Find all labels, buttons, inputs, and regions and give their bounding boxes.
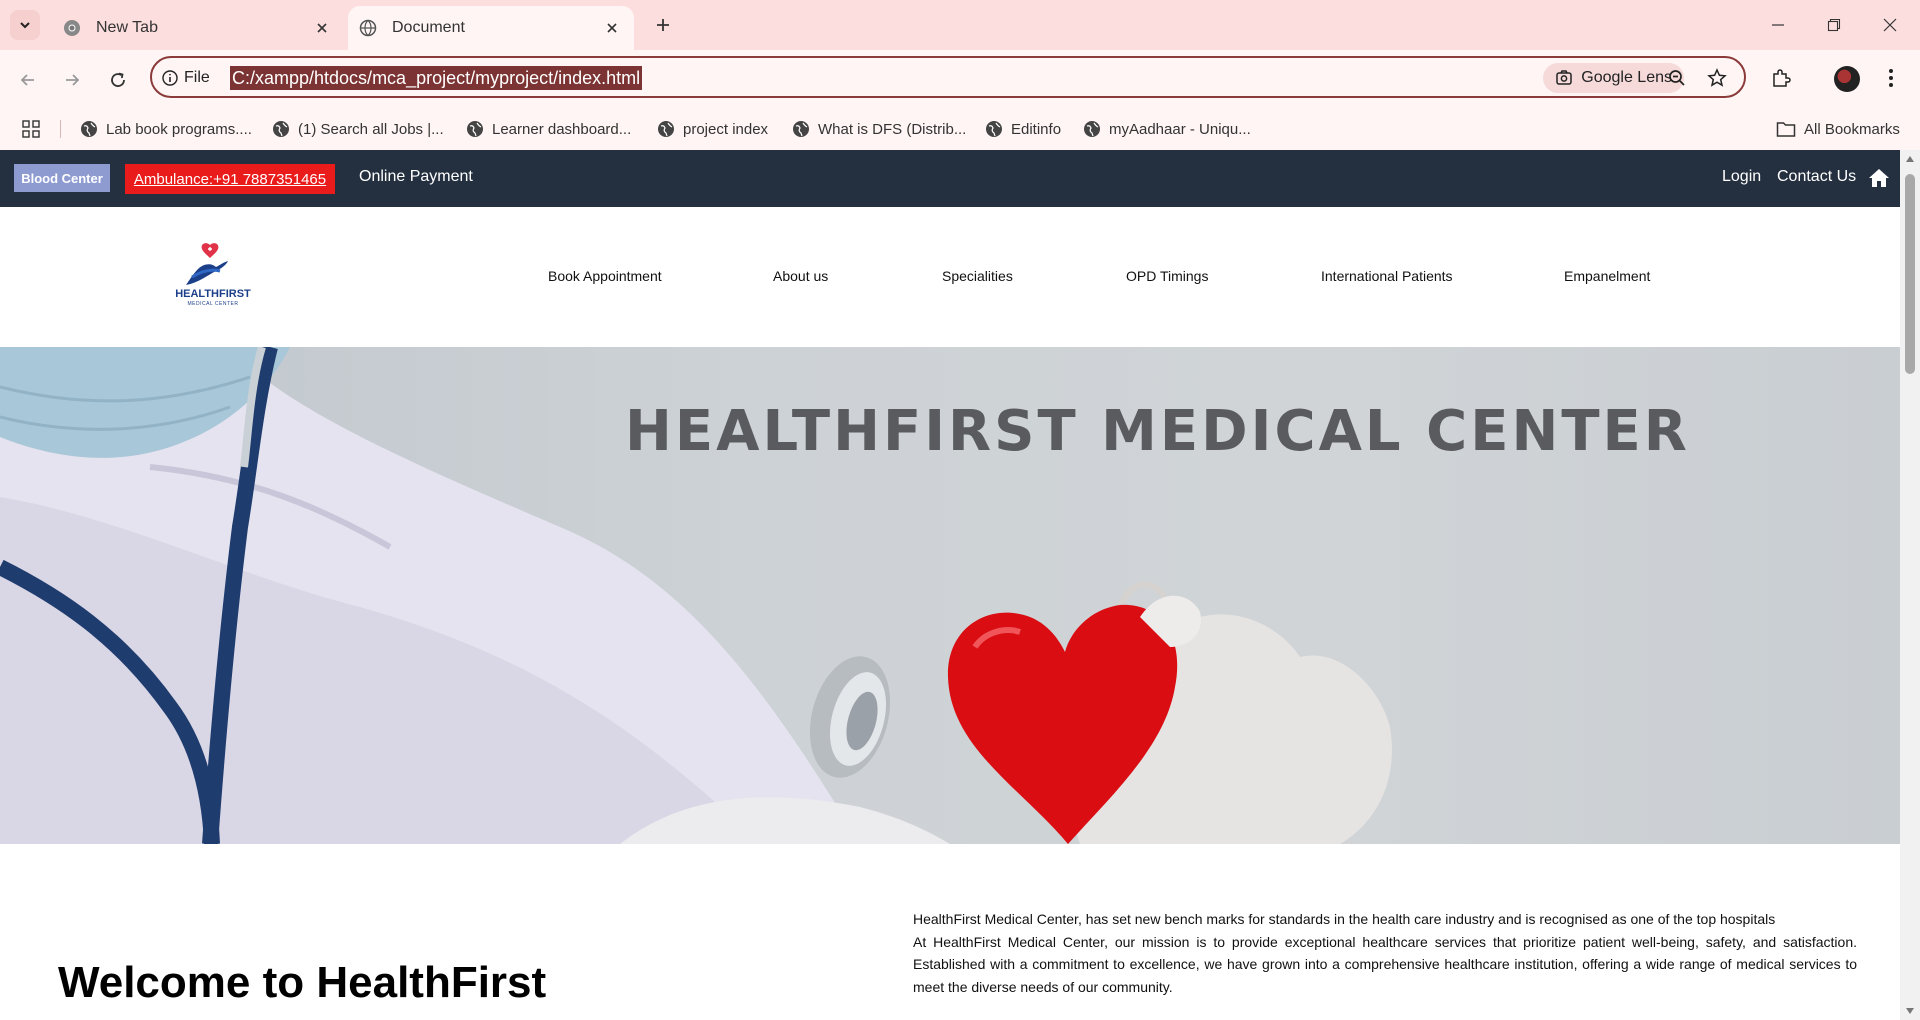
restore-button[interactable]: [1806, 0, 1862, 50]
puzzle-icon: [1773, 69, 1791, 87]
page-scrollbar[interactable]: [1900, 150, 1920, 1020]
info-icon: [162, 70, 178, 86]
bookmarks-bar: Lab book programs.... (1) Search all Job…: [0, 108, 1920, 150]
bookmark-label: Editinfo: [1011, 120, 1062, 138]
apps-button[interactable]: [22, 117, 40, 141]
globe-icon: [467, 121, 483, 137]
nav-about-us[interactable]: About us: [773, 268, 828, 284]
bookmark-label: What is DFS (Distrib...: [818, 120, 967, 138]
blood-center-button[interactable]: Blood Center: [14, 164, 110, 192]
online-payment-link[interactable]: Online Payment: [359, 168, 473, 186]
reload-button[interactable]: [102, 64, 134, 96]
profile-avatar[interactable]: [1834, 66, 1860, 92]
all-bookmarks-label: All Bookmarks: [1804, 120, 1900, 138]
top-bar: Blood Center Ambulance:+91 7887351465 On…: [0, 150, 1900, 207]
web-page: Blood Center Ambulance:+91 7887351465 On…: [0, 150, 1900, 1020]
scroll-thumb[interactable]: [1905, 174, 1915, 374]
logo-name: HEALTHFIRST: [175, 288, 251, 300]
scroll-down-arrow-icon[interactable]: [1904, 1006, 1916, 1016]
minimize-button[interactable]: [1750, 0, 1806, 50]
ambulance-button[interactable]: Ambulance:+91 7887351465: [125, 164, 335, 194]
intro-paragraph: At HealthFirst Medical Center, our missi…: [913, 933, 1857, 995]
close-window-button[interactable]: [1862, 0, 1918, 50]
back-button[interactable]: [12, 64, 44, 96]
zoom-icon: [1669, 70, 1685, 86]
google-lens-label: Google Lens: [1581, 69, 1672, 86]
minimize-icon: [1772, 24, 1784, 26]
globe-icon: [358, 18, 378, 38]
reload-icon: [111, 72, 125, 87]
nav-opd-timings[interactable]: OPD Timings: [1126, 268, 1208, 284]
nav-specialities[interactable]: Specialities: [942, 268, 1013, 284]
contact-us-link[interactable]: Contact Us: [1777, 168, 1856, 186]
bookmark-label: (1) Search all Jobs |...: [298, 120, 444, 138]
url-text[interactable]: C:/xampp/htdocs/mca_project/myproject/in…: [230, 66, 643, 90]
nav-empanelment[interactable]: Empanelment: [1564, 268, 1650, 284]
main-nav: HEALTHFIRST MEDICAL CENTER Book Appointm…: [0, 207, 1900, 347]
welcome-heading: Welcome to HealthFirst: [58, 958, 547, 1007]
close-icon[interactable]: [310, 16, 334, 40]
arrow-left-icon: [20, 74, 34, 86]
globe-icon: [273, 121, 289, 137]
home-icon[interactable]: [1868, 167, 1890, 189]
address-bar[interactable]: File C:/xampp/htdocs/mca_project/myproje…: [150, 56, 1746, 98]
bookmark-label: myAadhaar - Uniqu...: [1109, 120, 1251, 138]
heart-hand-logo-icon: [186, 243, 228, 285]
apps-grid-icon: [22, 120, 40, 138]
globe-icon: [793, 121, 809, 137]
bookmark-star-button[interactable]: [1702, 63, 1732, 93]
tab-title: Document: [392, 19, 465, 36]
site-logo[interactable]: HEALTHFIRST MEDICAL CENTER: [168, 241, 258, 313]
scroll-up-arrow-icon[interactable]: [1904, 154, 1916, 164]
close-icon: [1883, 18, 1897, 32]
extensions-button[interactable]: [1766, 63, 1796, 93]
intro-text: HealthFirst Medical Center, has set new …: [913, 908, 1857, 998]
bookmark-label: project index: [683, 120, 769, 138]
browser-menu-button[interactable]: [1876, 63, 1906, 93]
tab-document[interactable]: Document: [348, 6, 634, 50]
bookmark-item[interactable]: Editinfo: [985, 117, 1061, 141]
site-info-button[interactable]: File: [162, 66, 210, 90]
bookmark-label: Learner dashboard...: [492, 120, 632, 138]
nav-book-appointment[interactable]: Book Appointment: [548, 268, 662, 284]
tab-search-button[interactable]: [10, 10, 40, 40]
chevron-down-icon: [20, 22, 30, 29]
intro-paragraph: HealthFirst Medical Center, has set new …: [913, 911, 1776, 927]
divider: [60, 120, 61, 138]
bookmark-item[interactable]: (1) Search all Jobs |...: [272, 117, 444, 141]
camera-search-icon: [1556, 70, 1573, 85]
star-icon: [1707, 68, 1727, 87]
bookmark-item[interactable]: myAadhaar - Uniqu...: [1083, 117, 1251, 141]
globe-icon: [81, 121, 97, 137]
hero-banner: HEALTHFIRST MEDICAL CENTER: [0, 347, 1900, 844]
globe-icon: [658, 121, 674, 137]
globe-icon: [1084, 121, 1100, 137]
bookmark-item[interactable]: Learner dashboard...: [466, 117, 631, 141]
all-bookmarks-button[interactable]: All Bookmarks: [1776, 117, 1900, 141]
close-icon[interactable]: [600, 16, 624, 40]
bookmark-item[interactable]: Lab book programs....: [80, 117, 252, 141]
hero-title: HEALTHFIRST MEDICAL CENTER: [625, 399, 1690, 464]
tab-new-tab[interactable]: New Tab: [52, 6, 344, 50]
tab-title: New Tab: [96, 19, 158, 36]
nav-international-patients[interactable]: International Patients: [1321, 268, 1453, 284]
forward-button[interactable]: [56, 64, 88, 96]
bookmark-item[interactable]: What is DFS (Distrib...: [792, 117, 966, 141]
bookmark-item[interactable]: project index: [657, 117, 768, 141]
globe-icon: [986, 121, 1002, 137]
bookmark-label: Lab book programs....: [106, 120, 252, 138]
arrow-right-icon: [66, 74, 80, 86]
logo-subtitle: MEDICAL CENTER: [187, 301, 239, 307]
zoom-button[interactable]: [1662, 63, 1692, 93]
kebab-menu-icon: [1889, 69, 1893, 87]
plus-icon: [657, 19, 669, 31]
login-link[interactable]: Login: [1722, 168, 1761, 186]
tab-strip: New Tab Document: [0, 0, 1920, 50]
folder-icon: [1776, 122, 1796, 137]
new-tab-button[interactable]: [648, 10, 678, 40]
scheme-label: File: [184, 69, 210, 86]
restore-icon: [1827, 18, 1841, 32]
chrome-icon: [62, 18, 82, 38]
